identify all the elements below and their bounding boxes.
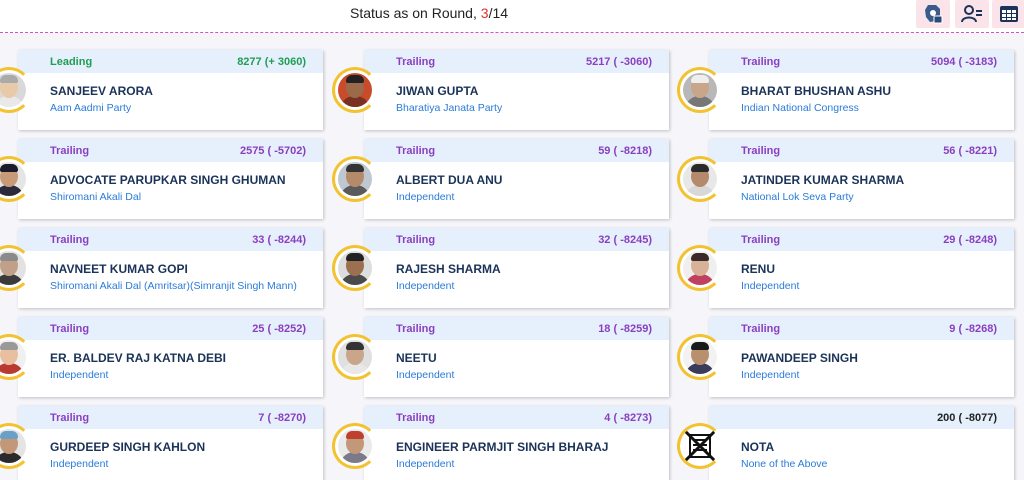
candidate-name: ENGINEER PARMJIT SINGH BHARAJ [396,440,609,454]
candidate-name: GURDEEP SINGH KAHLON [50,440,206,454]
candidate-party: Bharatiya Janata Party [396,102,503,114]
candidate-card[interactable]: Trailing 9 ( -8268) PAWANDEEP SINGH Indepen… [709,317,1014,397]
candidate-party: Independent [50,369,109,381]
top-bar: Status as on Round, 3/14 [0,0,1024,33]
candidate-votes: 9 ( -8268) [949,323,997,335]
candidate-status: Trailing [396,234,436,246]
candidate-votes: 2575 ( -5702) [239,145,306,157]
candidate-status: Trailing [741,323,781,335]
candidate-name: JIWAN GUPTA [396,84,479,98]
candidate-name: RAJESH SHARMA [396,262,501,276]
candidate-votes: 32 ( -8245) [598,234,652,246]
candidate-party: Independent [396,458,455,470]
candidate-status: Trailing [396,323,436,335]
candidate-party: Aam Aadmi Party [50,102,132,114]
candidate-votes: 25 ( -8252) [252,323,306,335]
candidate-votes: 4 ( -8273) [604,412,652,424]
candidate-status: Trailing [50,145,90,157]
candidate-name: ADVOCATE PARUPKAR SINGH GHUMAN [50,173,286,187]
candidate-party: Independent [396,280,455,292]
candidate-party: Independent [396,191,455,203]
nota-icon [683,429,717,463]
candidate-card[interactable]: Trailing 59 ( -8218) ALBERT DUA ANU Indepen… [364,139,669,219]
candidate-avatar [677,423,723,469]
candidate-name: RENU [741,262,776,276]
candidate-card[interactable]: Trailing 18 ( -8259) NEETU Independent [364,317,669,397]
candidate-name: ER. BALDEV RAJ KATNA DEBI [50,351,227,365]
candidate-party: Independent [396,369,455,381]
candidate-name: NOTA [741,440,775,454]
candidate-party: Indian National Congress [741,102,859,114]
candidate-party: None of the Above [741,458,828,470]
candidate-avatar [332,423,378,469]
current-round: 3 [480,5,489,21]
candidate-votes: 33 ( -8244) [252,234,306,246]
candidate-card[interactable]: Trailing 25 ( -8252) ER. BALDEV RAJ KATNA … [18,317,323,397]
candidate-votes: 56 ( -8221) [943,145,997,157]
candidate-party: Shiromani Akali Dal (Amritsar)(Simranjit… [50,280,297,292]
candidate-votes: 200 ( -8077) [937,412,997,424]
candidate-party: Independent [741,369,800,381]
constituency-icon [925,5,943,24]
candidate-avatar [332,156,378,202]
round-status-prefix: Status as on Round, [350,5,477,21]
candidate-status: Trailing [50,323,90,335]
candidate-avatar [677,156,723,202]
candidate-party: National Lok Seva Party [741,191,854,203]
candidate-votes: 8277 (+ 3060) [237,56,306,68]
candidate-avatar [332,67,378,113]
total-rounds: 14 [492,5,509,21]
candidate-status: Trailing [396,412,436,424]
candidate-card[interactable]: Trailing 29 ( -8248) RENU Independent [709,228,1014,308]
candidate-card[interactable]: Trailing 7 ( -8270) GURDEEP SINGH KAHLON In… [18,406,323,480]
candidate-status: Trailing [741,234,781,246]
table-grid-icon [1000,6,1018,22]
candidate-votes: 29 ( -8248) [943,234,997,246]
candidate-party: Shiromani Akali Dal [50,191,142,203]
candidate-card[interactable]: Leading 8277 (+ 3060) SANJEEV ARORA Aam Aad… [18,50,323,130]
candidate-name: NAVNEET KUMAR GOPI [50,262,188,276]
candidate-votes: 5094 ( -3183) [930,56,997,68]
candidate-name: NEETU [396,351,437,365]
candidate-avatar [677,67,723,113]
candidate-list-button[interactable] [955,0,989,28]
candidate-name: ALBERT DUA ANU [396,173,503,187]
candidate-status: Trailing [50,412,90,424]
candidate-status: Leading [50,56,93,68]
candidate-votes: 7 ( -8270) [258,412,306,424]
candidate-votes: 18 ( -8259) [598,323,652,335]
candidate-card[interactable]: Trailing 4 ( -8273) ENGINEER PARMJIT SINGH… [364,406,669,480]
candidate-avatar [332,245,378,291]
constituency-button[interactable] [916,0,950,28]
candidate-name: SANJEEV ARORA [50,84,153,98]
candidate-votes: 5217 ( -3060) [585,56,652,68]
candidate-list-icon [961,5,982,23]
candidate-card[interactable]: Trailing 56 ( -8221) JATINDER KUMAR SHARMA… [709,139,1014,219]
candidate-votes: 59 ( -8218) [598,145,652,157]
candidate-avatar [677,334,723,380]
candidate-status: Trailing [396,145,436,157]
candidate-card[interactable]: 200 ( -8077) NOTA None of the Above [709,406,1014,480]
candidate-card[interactable]: Trailing 32 ( -8245) RAJESH SHARMA Independ… [364,228,669,308]
candidate-name: BHARAT BHUSHAN ASHU [741,84,891,98]
table-view-button[interactable] [992,0,1024,28]
candidate-party: Independent [741,280,800,292]
round-status: Status as on Round, 3/14 [350,5,508,21]
candidate-status: Trailing [50,234,90,246]
candidate-card[interactable]: Trailing 5217 ( -3060) JIWAN GUPTA Bharatiy… [364,50,669,130]
candidate-card[interactable]: Trailing 5094 ( -3183) BHARAT BHUSHAN ASHU… [709,50,1014,130]
candidate-status: Trailing [741,145,781,157]
candidate-name: JATINDER KUMAR SHARMA [741,173,905,187]
candidate-avatar [332,334,378,380]
candidate-party: Independent [50,458,109,470]
candidate-status: Trailing [396,56,436,68]
candidate-status: Trailing [741,56,781,68]
candidate-avatar [677,245,723,291]
candidate-card[interactable]: Trailing 33 ( -8244) NAVNEET KUMAR GOPI Shi… [18,228,323,308]
candidate-name: PAWANDEEP SINGH [741,351,858,365]
candidate-card[interactable]: Trailing 2575 ( -5702) ADVOCATE PARUPKAR S… [18,139,323,219]
